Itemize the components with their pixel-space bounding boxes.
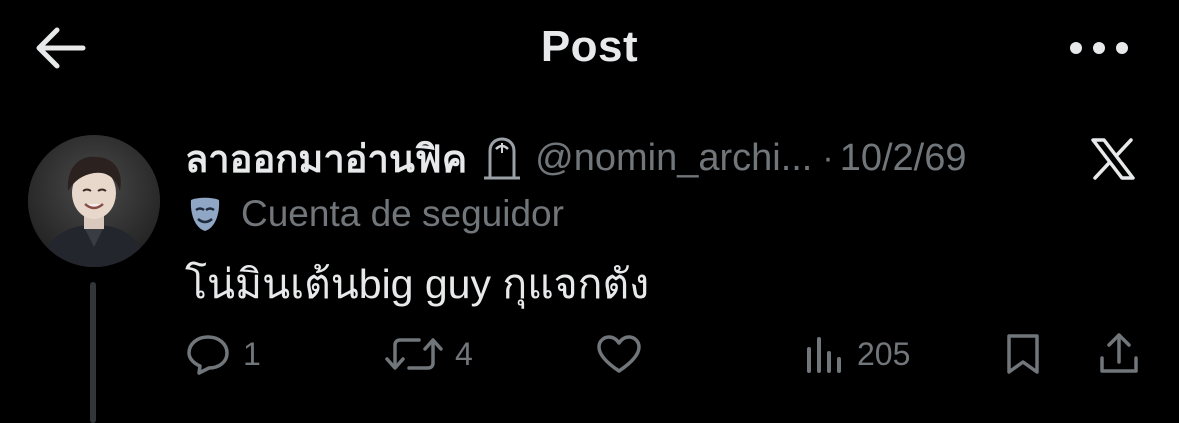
page-title: Post	[540, 22, 639, 71]
reply-icon	[185, 333, 231, 375]
bookmark-button[interactable]	[1003, 326, 1043, 382]
views-chart-icon	[803, 333, 845, 375]
tombstone-emoji-icon	[481, 135, 523, 181]
performing-arts-mask-icon	[185, 194, 225, 234]
display-name[interactable]: ลาออกมาอ่านฟิค	[185, 128, 467, 189]
more-options-button[interactable]	[1063, 28, 1135, 68]
account-note-row: Cuenta de seguidor	[185, 190, 564, 238]
account-note-label: Cuenta de seguidor	[241, 193, 564, 234]
share-icon	[1097, 332, 1141, 376]
more-horizontal-icon	[1068, 40, 1130, 56]
bookmark-icon	[1003, 332, 1043, 376]
top-bar: Post	[0, 0, 1179, 95]
x-logo-icon	[1087, 136, 1139, 182]
separator-dot: ·	[822, 138, 834, 177]
post-actions-bar: 1 4 205	[185, 326, 1145, 382]
post-author-row: ลาออกมาอ่านฟิค @nomin_archi... · 10/2/69	[185, 132, 967, 184]
post-date[interactable]: 10/2/69	[840, 137, 967, 180]
heart-icon	[595, 333, 643, 375]
reply-count: 1	[243, 335, 261, 372]
user-handle[interactable]: @nomin_archi...	[535, 137, 812, 180]
avatar[interactable]	[28, 135, 160, 267]
post-text: โน่มินเต้นbig guy กุแจกตัง	[185, 261, 650, 307]
reply-button[interactable]: 1	[185, 326, 261, 382]
views-count: 205	[857, 335, 911, 372]
thread-line	[90, 282, 96, 423]
repost-button[interactable]: 4	[385, 326, 473, 382]
views-button[interactable]: 205	[803, 326, 910, 382]
share-button[interactable]	[1097, 326, 1141, 382]
repost-count: 4	[455, 335, 473, 372]
like-button[interactable]	[595, 326, 643, 382]
repost-icon	[385, 333, 443, 375]
